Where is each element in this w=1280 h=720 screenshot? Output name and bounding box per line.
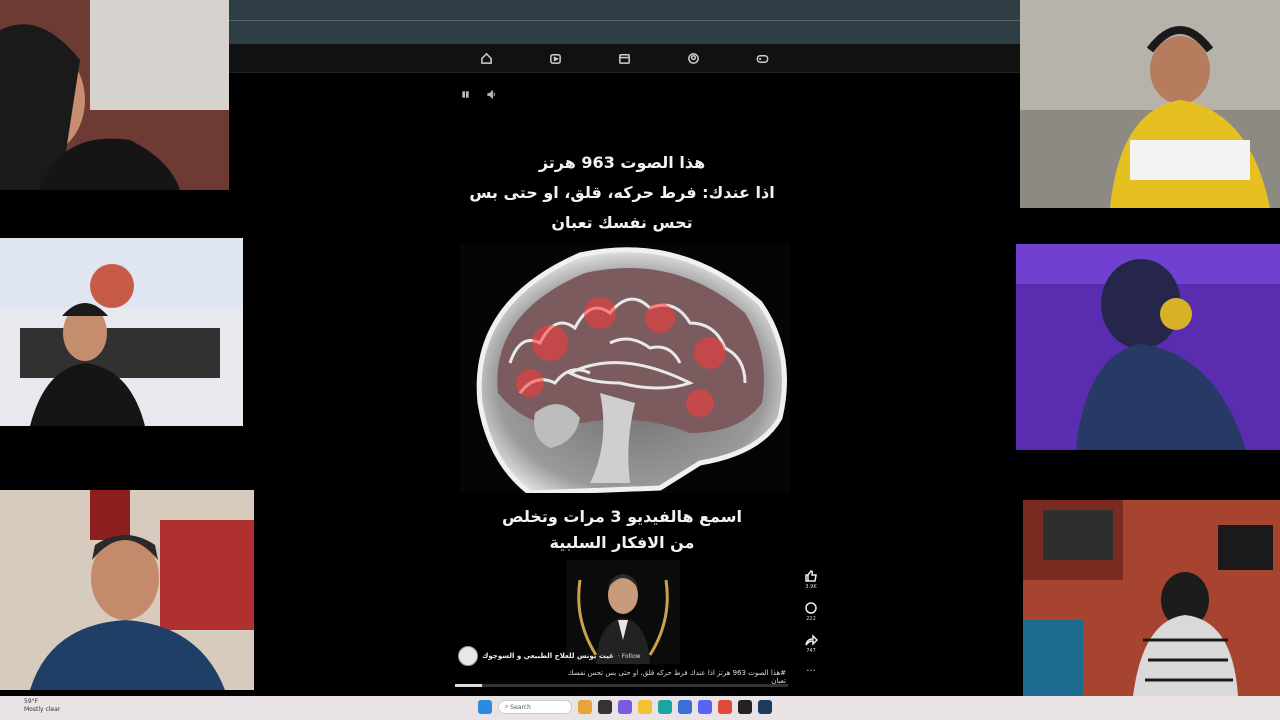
channel-avatar[interactable]	[458, 646, 478, 666]
video-description: #هذا الصوت 963 هرتز اذا عندك فرط حركه قل…	[567, 669, 786, 685]
like-button[interactable]: 3.9K	[800, 569, 822, 590]
weather-temp: 59°F	[24, 698, 39, 705]
shorts-icon[interactable]	[541, 48, 570, 68]
share-icon	[805, 634, 818, 646]
store-icon[interactable]	[610, 48, 639, 68]
chrome-icon[interactable]	[718, 700, 732, 714]
comment-button[interactable]: 222	[800, 601, 822, 622]
game-icon[interactable]	[748, 48, 777, 68]
windows-start-icon[interactable]	[478, 700, 492, 714]
taskbar-search-placeholder: Search	[510, 703, 531, 711]
follow-button[interactable]: · Follow	[618, 653, 641, 660]
caption-line-2: اذا عندك: فرط حركه، قلق، او حتى بس	[469, 183, 775, 202]
caption-bottom-line-2: من الافكار السلبية	[549, 533, 695, 552]
browser-toolbar	[229, 0, 1020, 45]
volume-icon[interactable]	[483, 87, 499, 101]
share-count: 747	[806, 648, 816, 654]
like-count: 3.9K	[805, 584, 817, 590]
obs-icon[interactable]	[738, 700, 752, 714]
channel-row: غيث يونس للعلاج الطبيعي و السوجوك · Foll…	[458, 646, 641, 666]
webcam-middle-left	[0, 238, 243, 426]
top-navbar	[229, 44, 1020, 73]
video-progress-fill	[455, 684, 482, 687]
profile-icon[interactable]	[679, 48, 708, 68]
webcam-top-left	[0, 0, 229, 190]
webcam-bottom-right	[1023, 500, 1280, 696]
steam-icon[interactable]	[758, 700, 772, 714]
weather-desc: Mostly clear	[24, 706, 61, 713]
discord-icon[interactable]	[698, 700, 712, 714]
thumbs-up-icon	[805, 570, 817, 582]
home-icon[interactable]	[472, 48, 501, 68]
channel-name[interactable]: غيث يونس للعلاج الطبيعي و السوجوك	[482, 652, 614, 660]
toolbar-divider	[229, 20, 1020, 21]
comment-icon	[805, 602, 817, 614]
comment-count: 222	[806, 616, 816, 622]
caption-line-1: هذا الصوت 963 هرتز	[538, 153, 706, 172]
widget-icon[interactable]	[578, 700, 592, 714]
more-options-icon[interactable]: ···	[800, 666, 822, 677]
store-app-icon[interactable]	[678, 700, 692, 714]
webcam-bottom-left	[0, 490, 254, 690]
share-button[interactable]: 747	[800, 633, 822, 654]
taskbar-search[interactable]: ⌕ Search	[498, 700, 572, 714]
task-view-icon[interactable]	[598, 700, 612, 714]
weather-widget[interactable]: 59°F Mostly clear	[4, 698, 60, 714]
video-progress-bar[interactable]	[455, 684, 788, 687]
caption-line-3: تحس نفسك تعبان	[551, 213, 693, 232]
file-explorer-icon[interactable]	[638, 700, 652, 714]
edge-icon[interactable]	[658, 700, 672, 714]
copilot-icon[interactable]	[618, 700, 632, 714]
brain-mri-image	[460, 243, 790, 493]
webcam-middle-right	[1016, 244, 1280, 450]
webcam-top-right	[1020, 0, 1280, 208]
pause-icon[interactable]	[457, 87, 473, 101]
